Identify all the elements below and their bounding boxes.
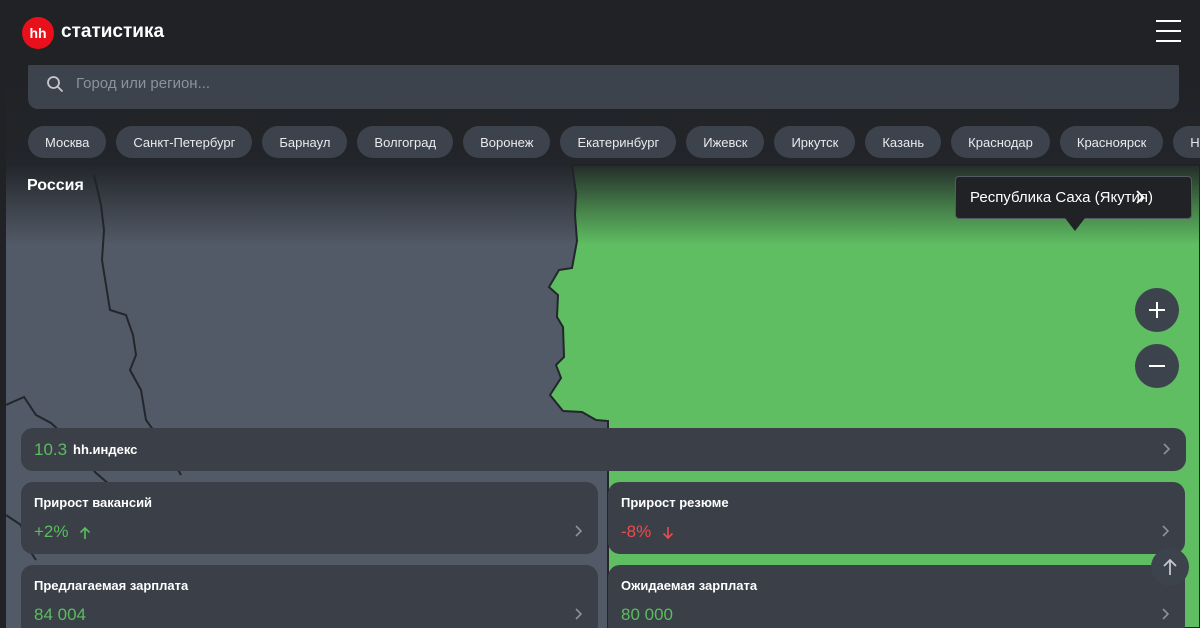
minus-icon xyxy=(1149,365,1165,367)
region-title: Россия xyxy=(27,177,84,194)
chevron-right-icon xyxy=(1163,443,1171,455)
city-chip[interactable]: Краснодар xyxy=(951,126,1050,158)
city-chip[interactable]: Воронеж xyxy=(463,126,551,158)
chevron-right-icon xyxy=(575,525,583,537)
card-value: +2% xyxy=(34,522,91,542)
city-chip[interactable]: Волгоград xyxy=(357,126,454,158)
expected-salary-value: 80 000 xyxy=(621,605,673,624)
top-bar: hh статистика xyxy=(0,0,1200,65)
region-tooltip[interactable]: Республика Саха (Якутия) xyxy=(955,176,1192,219)
city-chip[interactable]: Барнаул xyxy=(262,126,348,158)
scroll-to-top-button[interactable] xyxy=(1151,548,1189,586)
card-title: Ожидаемая зарплата xyxy=(621,578,758,593)
card-title: Предлагаемая зарплата xyxy=(34,578,189,593)
card-title: Прирост вакансий xyxy=(34,495,153,510)
city-chips: Москва Санкт-Петербург Барнаул Волгоград… xyxy=(28,126,1200,158)
search-bar[interactable] xyxy=(28,58,1179,109)
city-chip[interactable]: Иркутск xyxy=(774,126,856,158)
city-chip[interactable]: Санкт-Петербург xyxy=(116,126,253,158)
vacancies-growth-card[interactable]: Прирост вакансий +2% xyxy=(21,482,598,554)
arrow-up-icon xyxy=(1163,558,1177,575)
expected-salary-card[interactable]: Ожидаемая зарплата 80 000 xyxy=(608,565,1185,628)
city-chip[interactable]: Москва xyxy=(28,126,107,158)
city-chip[interactable]: Казань xyxy=(865,126,942,158)
resume-growth-value: -8% xyxy=(621,522,652,541)
chevron-right-icon xyxy=(1162,525,1170,537)
zoom-out-button[interactable] xyxy=(1135,344,1179,388)
city-chip[interactable]: Екатеринбург xyxy=(560,126,677,158)
hh-index-card[interactable]: 10.3 hh.индекс xyxy=(21,428,1186,471)
chevron-right-icon xyxy=(1162,608,1170,620)
hh-logo[interactable]: hh xyxy=(22,17,54,49)
city-chip[interactable]: Красноярск xyxy=(1059,126,1164,158)
plus-icon xyxy=(1149,302,1165,318)
card-value: -8% xyxy=(621,522,674,542)
chevron-right-icon xyxy=(575,608,583,620)
arrow-up-icon xyxy=(80,526,91,539)
arrow-down-icon xyxy=(662,526,674,539)
resume-growth-card[interactable]: Прирост резюме -8% xyxy=(608,482,1185,554)
search-icon xyxy=(47,76,63,92)
offered-salary-value: 84 004 xyxy=(34,605,86,624)
offered-salary-card[interactable]: Предлагаемая зарплата 84 004 xyxy=(21,565,598,628)
hh-index-value: 10.3 xyxy=(34,440,68,459)
tooltip-pointer xyxy=(1065,218,1085,231)
vacancies-growth-value: +2% xyxy=(34,522,69,541)
zoom-in-button[interactable] xyxy=(1135,288,1179,332)
hh-index-label: hh.индекс xyxy=(73,442,138,457)
search-input[interactable] xyxy=(76,58,1156,109)
city-chip[interactable]: Ижевск xyxy=(686,126,765,158)
city-chip[interactable]: Ни xyxy=(1173,126,1200,158)
chevron-right-icon xyxy=(1136,190,1145,204)
card-title: Прирост резюме xyxy=(621,495,729,510)
hamburger-menu-icon[interactable] xyxy=(1156,20,1181,42)
app-title[interactable]: статистика xyxy=(61,21,164,43)
region-tooltip-label: Республика Саха (Якутия) xyxy=(970,189,1154,206)
